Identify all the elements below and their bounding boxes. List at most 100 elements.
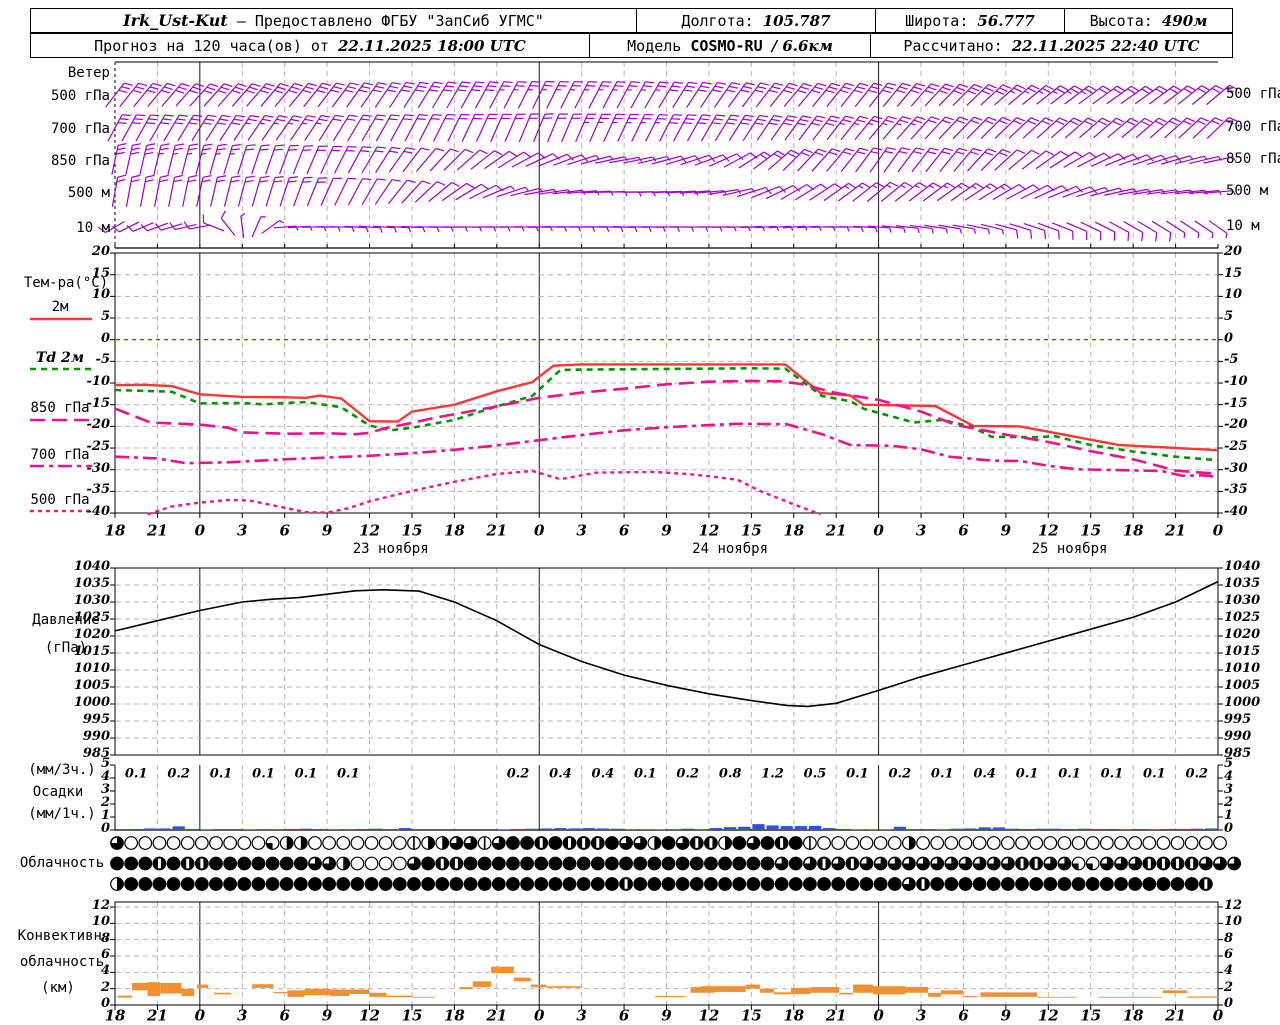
wind-barb xyxy=(995,83,1025,111)
wind-barb xyxy=(1164,116,1194,144)
convective-bar xyxy=(746,985,760,989)
wind-barb xyxy=(333,112,357,145)
hour-label-top: 3 xyxy=(916,524,926,539)
wind-barb xyxy=(1064,151,1097,175)
wind-barb xyxy=(575,79,597,112)
temp-axis-tick: 20 xyxy=(1224,245,1242,258)
convective-axis-tick: 10 xyxy=(1224,915,1242,928)
wind-barb xyxy=(348,176,371,209)
precip-bar xyxy=(950,829,962,830)
wind-barb xyxy=(729,112,754,145)
temp-axis-tick: 15 xyxy=(92,267,110,280)
precip-bar xyxy=(639,829,651,830)
hour-label-bottom: 12 xyxy=(1038,1009,1059,1024)
wind-barb xyxy=(1136,116,1167,144)
convective-axis-tick: 8 xyxy=(101,932,110,945)
hour-label-top: 21 xyxy=(486,524,507,539)
convective-bar xyxy=(774,992,791,994)
precip-bar xyxy=(356,829,368,830)
precip-bar xyxy=(1162,829,1174,830)
wind-barb xyxy=(1007,183,1040,206)
precip-bar xyxy=(823,828,835,830)
wind-barb xyxy=(1121,84,1153,110)
wind-barb xyxy=(518,78,540,112)
wind-barb xyxy=(1065,84,1097,111)
wind-barb xyxy=(1178,221,1201,238)
wind-barb xyxy=(362,112,386,145)
convective-bar xyxy=(811,987,839,993)
wind-level-label-left: 10 м xyxy=(76,221,110,235)
hour-label-top: 0 xyxy=(1213,524,1223,539)
temp-axis-tick: -35 xyxy=(1224,483,1248,496)
wind-barb xyxy=(781,183,814,207)
convective-axis-tick: 12 xyxy=(92,899,110,912)
hour-label-top: 9 xyxy=(322,524,332,539)
wind-barb xyxy=(709,152,743,173)
convective-bar xyxy=(1112,997,1161,998)
wind-barb xyxy=(155,174,169,208)
hour-label-top: 3 xyxy=(237,524,247,539)
wind-barb xyxy=(376,112,399,145)
hour-label-bottom: 0 xyxy=(873,1009,883,1024)
convective-bar xyxy=(491,967,514,974)
convective-bar xyxy=(760,989,774,993)
temp-axis-tick: -15 xyxy=(1224,397,1248,410)
wind-barb xyxy=(307,143,328,177)
wind-barb xyxy=(169,174,183,208)
day-label: 23 ноября xyxy=(353,542,429,556)
precip-3h-value: 0.1 xyxy=(125,768,148,781)
hour-label-bottom: 21 xyxy=(1165,1009,1186,1024)
hour-label-bottom: 3 xyxy=(576,1009,586,1024)
precip-bars xyxy=(130,824,1217,830)
precip-bar xyxy=(809,826,821,830)
wind-barb xyxy=(293,143,313,177)
wind-barb xyxy=(954,146,982,177)
convective-bar xyxy=(214,993,231,995)
precip-bar xyxy=(1205,828,1217,830)
convective-bar xyxy=(288,990,305,997)
precip-bar xyxy=(1148,829,1160,830)
convective-axis-tick: 0 xyxy=(101,997,110,1010)
wind-barb xyxy=(724,151,757,174)
wind-barb xyxy=(280,174,298,208)
hour-label-bottom: 3 xyxy=(237,1009,247,1024)
precip-bar xyxy=(597,828,609,830)
hour-label-top: 6 xyxy=(619,524,629,539)
precip-3h-value: 0.1 xyxy=(634,768,657,781)
convective-bar xyxy=(473,981,491,987)
precip-bar xyxy=(498,829,510,830)
temp-axis-tick: 0 xyxy=(1224,332,1233,345)
hour-label-bottom: 3 xyxy=(916,1009,926,1024)
precip-3h-value: 1.2 xyxy=(761,768,784,781)
precip-bar xyxy=(540,828,552,830)
hour-label-bottom: 9 xyxy=(661,1009,671,1024)
hour-label-bottom: 21 xyxy=(147,1009,168,1024)
hour-label-top: 18 xyxy=(444,524,465,539)
precip-bar xyxy=(173,826,185,830)
precip-bar xyxy=(286,829,298,830)
wind-barb xyxy=(262,219,284,237)
wind-barb xyxy=(687,112,710,145)
precip-bar xyxy=(187,829,199,830)
precip-3h-value: 0.8 xyxy=(719,768,742,781)
hour-label-top: 18 xyxy=(783,524,804,539)
convective-bar xyxy=(791,988,811,994)
precip-bar xyxy=(130,829,142,830)
temp-axis-tick: -25 xyxy=(1224,440,1248,453)
hour-label-bottom: 15 xyxy=(402,1009,423,1024)
wind-barb xyxy=(1049,185,1083,205)
hour-label-top: 12 xyxy=(359,524,380,539)
hour-label-bottom: 18 xyxy=(444,1009,465,1024)
pressure-axis-tick: 995 xyxy=(1224,713,1251,726)
wind-barb xyxy=(112,174,126,208)
wind-barb xyxy=(1009,115,1039,144)
convective-bar xyxy=(1037,997,1077,998)
precip-bar xyxy=(682,829,694,830)
wind-barb xyxy=(737,186,771,204)
pressure-axis-tick: 1040 xyxy=(74,560,110,573)
wind-barb xyxy=(140,142,155,176)
precip-3h-value: 0.1 xyxy=(337,768,360,781)
day-label: 24 ноября xyxy=(692,542,768,556)
hour-label-top: 0 xyxy=(195,524,205,539)
precip-bar xyxy=(314,829,326,830)
